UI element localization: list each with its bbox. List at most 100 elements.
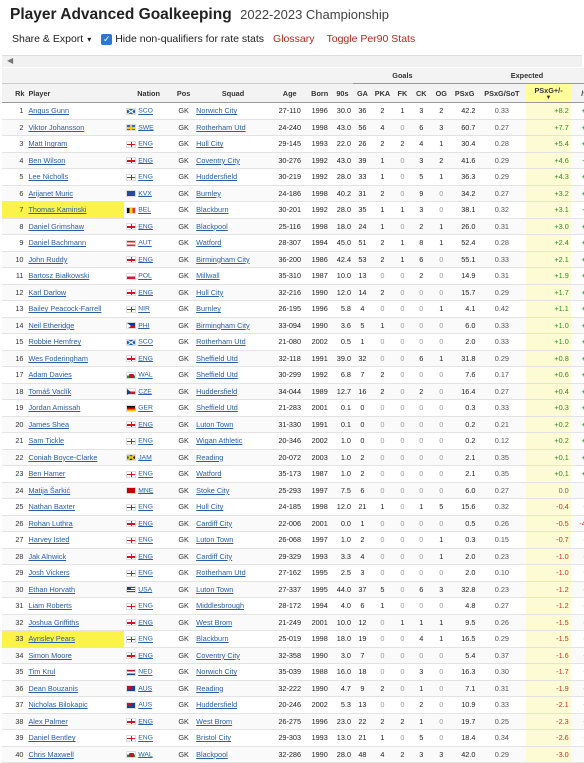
squad-link[interactable]: Birmingham City — [196, 255, 250, 264]
toggle-per90-link[interactable]: Toggle Per90 Stats — [326, 33, 415, 45]
player-link[interactable]: Rohan Luthra — [28, 519, 72, 528]
player-link[interactable]: Liam Roberts — [28, 601, 71, 610]
col-player[interactable]: Player — [26, 83, 125, 103]
player-link[interactable]: Coniah Boyce-Clarke — [28, 453, 97, 462]
squad-link[interactable]: Rotherham Utd — [196, 123, 245, 132]
player-link[interactable]: James Shea — [28, 420, 69, 429]
squad-link[interactable]: Watford — [196, 238, 221, 247]
squad-link[interactable]: Wigan Athletic — [196, 436, 242, 445]
player-link[interactable]: Adam Davies — [28, 370, 71, 379]
squad-link[interactable]: Huddersfield — [196, 700, 237, 709]
player-link[interactable]: Robbie Hemfrey — [28, 337, 81, 346]
player-link[interactable]: Nathan Baxter — [28, 502, 75, 511]
col-psxg-sot[interactable]: PSxG/SoT — [477, 83, 527, 103]
nation-link[interactable]: AUS — [138, 685, 152, 692]
nation-link[interactable]: SWE — [138, 124, 153, 131]
nation-link[interactable]: ENG — [138, 735, 153, 742]
nation-link[interactable]: BEL — [138, 207, 151, 214]
horizontal-scrollbar[interactable]: ◀ — [2, 55, 582, 67]
squad-link[interactable]: Stoke City — [196, 486, 229, 495]
squad-link[interactable]: Sheffield Utd — [196, 370, 238, 379]
squad-link[interactable]: Watford — [196, 469, 221, 478]
player-link[interactable]: Nicholas Bilokapic — [28, 700, 87, 709]
col-psxg[interactable]: PSxG — [451, 83, 478, 103]
squad-link[interactable]: Cardiff City — [196, 552, 232, 561]
nation-link[interactable]: ENG — [138, 355, 153, 362]
hide-nonqualifiers-checkbox[interactable]: ✓ — [101, 33, 113, 45]
nation-link[interactable]: ENG — [138, 157, 153, 164]
col-squad[interactable]: Squad — [194, 83, 272, 103]
squad-link[interactable]: Norwich City — [196, 667, 237, 676]
player-link[interactable]: Neil Etheridge — [28, 321, 74, 330]
player-link[interactable]: Alex Palmer — [28, 717, 67, 726]
nation-link[interactable]: ENG — [138, 652, 153, 659]
squad-link[interactable]: Burnley — [196, 189, 221, 198]
nation-link[interactable]: PHI — [138, 322, 149, 329]
squad-link[interactable]: Blackpool — [196, 750, 228, 759]
nation-link[interactable]: ENG — [138, 223, 153, 230]
squad-link[interactable]: Millwall — [196, 271, 220, 280]
squad-link[interactable]: Norwich City — [196, 106, 237, 115]
player-link[interactable]: Simon Moore — [28, 651, 71, 660]
player-link[interactable]: Bailey Peacock-Farrell — [28, 304, 101, 313]
player-link[interactable]: Matt Ingram — [28, 139, 67, 148]
col-nation[interactable]: Nation — [124, 83, 174, 103]
nation-link[interactable]: AUT — [138, 240, 152, 247]
squad-link[interactable]: Hull City — [196, 139, 223, 148]
squad-link[interactable]: Blackburn — [196, 205, 228, 214]
nation-link[interactable]: ENG — [138, 603, 153, 610]
nation-link[interactable]: ENG — [138, 421, 153, 428]
squad-link[interactable]: Hull City — [196, 288, 223, 297]
nation-link[interactable]: ENG — [138, 438, 153, 445]
player-link[interactable]: Ethan Horvath — [28, 585, 75, 594]
player-link[interactable]: Jak Alnwick — [28, 552, 66, 561]
nation-link[interactable]: ENG — [138, 520, 153, 527]
nation-link[interactable]: ENG — [138, 718, 153, 725]
squad-link[interactable]: Huddersfield — [196, 387, 237, 396]
col-pos[interactable]: Pos — [173, 83, 195, 103]
squad-link[interactable]: Middlesbrough — [196, 601, 244, 610]
squad-link[interactable]: Coventry City — [196, 156, 240, 165]
nation-link[interactable]: NIR — [138, 306, 150, 313]
squad-link[interactable]: Rotherham Utd — [196, 337, 245, 346]
col-fk[interactable]: FK — [392, 83, 412, 103]
nation-link[interactable]: ENG — [138, 289, 153, 296]
player-link[interactable]: Tim Krul — [28, 667, 55, 676]
player-link[interactable]: Matija Šarkić — [28, 486, 70, 495]
player-link[interactable]: Thomas Kaminski — [28, 205, 86, 214]
player-link[interactable]: Daniel Bachmann — [28, 238, 86, 247]
squad-link[interactable]: Rotherham Utd — [196, 568, 245, 577]
nation-link[interactable]: AUS — [138, 702, 152, 709]
squad-link[interactable]: Blackburn — [196, 634, 228, 643]
nation-link[interactable]: SCO — [138, 108, 153, 115]
player-link[interactable]: Daniel Grimshaw — [28, 222, 84, 231]
nation-link[interactable]: POL — [138, 273, 152, 280]
nation-link[interactable]: ENG — [138, 553, 153, 560]
squad-link[interactable]: Sheffield Utd — [196, 354, 238, 363]
player-link[interactable]: Joshua Griffiths — [28, 618, 79, 627]
share-export-button[interactable]: Share & Export — [12, 33, 83, 45]
player-link[interactable]: Ben Hamer — [28, 469, 65, 478]
nation-link[interactable]: JAM — [138, 454, 152, 461]
squad-link[interactable]: West Brom — [196, 717, 232, 726]
nation-link[interactable]: ENG — [138, 636, 153, 643]
player-link[interactable]: John Ruddy — [28, 255, 67, 264]
nation-link[interactable]: KVX — [138, 190, 152, 197]
player-link[interactable]: Chris Maxwell — [28, 750, 73, 759]
squad-link[interactable]: West Brom — [196, 618, 232, 627]
player-link[interactable]: Ben Wilson — [28, 156, 65, 165]
squad-link[interactable]: Bristol City — [196, 733, 231, 742]
player-link[interactable]: Jordan Amissah — [28, 403, 80, 412]
player-link[interactable]: Arijanet Muric — [28, 189, 73, 198]
nation-link[interactable]: ENG — [138, 619, 153, 626]
col-per90[interactable]: /90 — [570, 83, 584, 103]
player-link[interactable]: Lee Nicholls — [28, 172, 68, 181]
nation-link[interactable]: WAL — [138, 751, 152, 758]
player-link[interactable]: Karl Darlow — [28, 288, 66, 297]
player-link[interactable]: Dean Bouzanis — [28, 684, 78, 693]
squad-link[interactable]: Coventry City — [196, 651, 240, 660]
col-pka[interactable]: PKA — [371, 83, 393, 103]
nation-link[interactable]: ENG — [138, 174, 153, 181]
nation-link[interactable]: ENG — [138, 570, 153, 577]
player-link[interactable]: Viktor Johansson — [28, 123, 84, 132]
